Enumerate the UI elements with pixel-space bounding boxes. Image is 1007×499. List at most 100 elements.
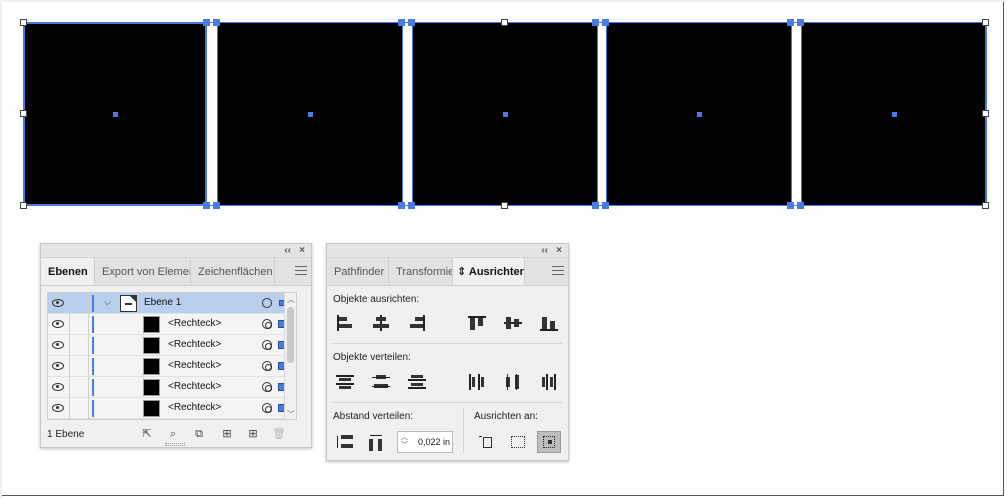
tab-asset-export[interactable]: Export von Elementen bbox=[95, 258, 191, 285]
panel-menu-icon[interactable] bbox=[552, 266, 564, 276]
collapse-icon[interactable]: ‹‹ bbox=[284, 245, 291, 256]
layer-row[interactable]: ⌵ Ebene 1 bbox=[48, 293, 292, 314]
scrollbar-thumb[interactable] bbox=[287, 307, 294, 363]
anchor-point[interactable] bbox=[602, 19, 609, 26]
anchor-point[interactable] bbox=[787, 19, 794, 26]
handle-bottom-left[interactable] bbox=[20, 202, 27, 209]
export-icon[interactable]: ⇱ bbox=[141, 428, 153, 440]
anchor-point[interactable] bbox=[787, 202, 794, 209]
distribute-bottom-icon[interactable] bbox=[407, 373, 427, 391]
distribute-left-icon[interactable] bbox=[467, 373, 487, 391]
align-right-icon[interactable] bbox=[407, 314, 427, 332]
scroll-down-icon[interactable]: ﹀ bbox=[287, 409, 295, 419]
scroll-up-icon[interactable]: ︿ bbox=[287, 294, 295, 305]
distribute-horizontal-center-icon[interactable] bbox=[503, 373, 523, 391]
chevron-down-icon[interactable]: ⌵ bbox=[104, 297, 111, 308]
target-double-circle-icon[interactable] bbox=[262, 361, 272, 371]
panel-titlebar[interactable]: ‹‹ × bbox=[41, 244, 311, 258]
align-bottom-icon[interactable] bbox=[539, 314, 559, 332]
align-to-key-object-icon[interactable] bbox=[537, 431, 561, 453]
align-left-icon[interactable] bbox=[335, 314, 355, 332]
object-row[interactable]: <Rechteck> bbox=[48, 398, 292, 419]
tab-align[interactable]: ⇕ Ausrichten bbox=[453, 258, 525, 285]
anchor-point[interactable] bbox=[602, 202, 609, 209]
visibility-eye-icon[interactable] bbox=[52, 341, 64, 349]
anchor-point[interactable] bbox=[398, 19, 405, 26]
close-icon[interactable]: × bbox=[299, 245, 305, 256]
anchor-point[interactable] bbox=[592, 202, 599, 209]
object-row[interactable]: <Rechteck> bbox=[48, 314, 292, 335]
panel-titlebar[interactable]: ‹‹ × bbox=[327, 244, 568, 258]
target-circle-icon[interactable] bbox=[262, 298, 272, 308]
clipping-mask-icon[interactable]: ⧉ bbox=[193, 428, 205, 440]
align-vertical-center-icon[interactable] bbox=[503, 314, 523, 332]
anchor-point[interactable] bbox=[398, 202, 405, 209]
align-top-icon[interactable] bbox=[467, 314, 487, 332]
target-double-circle-icon[interactable] bbox=[262, 340, 272, 350]
visibility-eye-icon[interactable] bbox=[52, 320, 64, 328]
new-layer-icon[interactable]: ⊞ bbox=[247, 428, 259, 440]
object-name[interactable]: <Rechteck> bbox=[168, 318, 221, 329]
align-to-selection-icon[interactable] bbox=[508, 433, 528, 451]
anchor-point[interactable] bbox=[408, 19, 415, 26]
layers-scrollbar[interactable]: ︿ ﹀ bbox=[284, 293, 296, 419]
rectangle-5[interactable] bbox=[801, 22, 987, 206]
target-double-circle-icon[interactable] bbox=[262, 382, 272, 392]
align-horizontal-center-icon[interactable] bbox=[371, 314, 391, 332]
object-row[interactable]: <Rechteck> bbox=[48, 377, 292, 398]
layer-name[interactable]: Ebene 1 bbox=[144, 297, 181, 308]
handle-top-right[interactable] bbox=[982, 19, 989, 26]
object-name[interactable]: <Rechteck> bbox=[168, 360, 221, 371]
handle-bottom-center[interactable] bbox=[501, 202, 508, 209]
object-name[interactable]: <Rechteck> bbox=[168, 339, 221, 350]
collapse-icon[interactable]: ‹‹ bbox=[541, 245, 548, 256]
close-icon[interactable]: × bbox=[556, 245, 562, 256]
tab-layers[interactable]: Ebenen bbox=[41, 258, 95, 285]
new-sublayer-icon[interactable]: ⊞ bbox=[219, 428, 235, 440]
anchor-point[interactable] bbox=[213, 19, 220, 26]
visibility-eye-icon[interactable] bbox=[52, 299, 64, 307]
tab-artboards[interactable]: Zeichenflächen bbox=[191, 258, 275, 285]
trash-icon[interactable]: 🗑 bbox=[272, 428, 286, 440]
handle-top-center[interactable] bbox=[501, 19, 508, 26]
anchor-point[interactable] bbox=[797, 19, 804, 26]
rectangle-3[interactable] bbox=[412, 22, 598, 206]
handle-middle-left[interactable] bbox=[20, 110, 27, 117]
anchor-point[interactable] bbox=[203, 202, 210, 209]
target-double-circle-icon[interactable] bbox=[262, 403, 272, 413]
anchor-point[interactable] bbox=[408, 202, 415, 209]
align-to-artboard-icon[interactable] bbox=[477, 433, 497, 451]
visibility-eye-icon[interactable] bbox=[52, 362, 64, 370]
rectangle-2[interactable] bbox=[217, 22, 403, 206]
object-name[interactable]: <Rechteck> bbox=[168, 381, 221, 392]
target-double-circle-icon[interactable] bbox=[262, 319, 272, 329]
anchor-point[interactable] bbox=[203, 19, 210, 26]
artboard-canvas[interactable] bbox=[0, 0, 1007, 230]
object-row[interactable]: <Rechteck> bbox=[48, 335, 292, 356]
spacing-value-stepper[interactable]: ︿ ﹀ 0,022 in bbox=[397, 431, 453, 453]
object-name[interactable]: <Rechteck> bbox=[168, 402, 221, 413]
visibility-eye-icon[interactable] bbox=[52, 404, 64, 412]
tab-pathfinder[interactable]: Pathfinder bbox=[327, 258, 389, 285]
anchor-point[interactable] bbox=[797, 202, 804, 209]
rectangle-1[interactable] bbox=[23, 22, 207, 206]
distribute-horizontal-space-icon[interactable] bbox=[367, 433, 387, 451]
distribute-vertical-space-icon[interactable] bbox=[335, 433, 355, 451]
tab-transform[interactable]: Transformieren bbox=[389, 258, 453, 285]
distribute-right-icon[interactable] bbox=[539, 373, 559, 391]
anchor-point[interactable] bbox=[213, 202, 220, 209]
object-row[interactable]: <Rechteck> bbox=[48, 356, 292, 377]
distribute-top-icon[interactable] bbox=[335, 373, 355, 391]
visibility-eye-icon[interactable] bbox=[52, 383, 64, 391]
rectangle-4[interactable] bbox=[606, 22, 792, 206]
spacing-value[interactable]: 0,022 in bbox=[418, 437, 450, 447]
handle-top-left[interactable] bbox=[20, 19, 27, 26]
anchor-point[interactable] bbox=[592, 19, 599, 26]
panel-resize-grip[interactable] bbox=[165, 443, 185, 446]
panel-menu-icon[interactable] bbox=[295, 266, 307, 276]
handle-bottom-right[interactable] bbox=[982, 202, 989, 209]
search-icon[interactable]: ⌕ bbox=[167, 428, 179, 440]
distribute-vertical-center-icon[interactable] bbox=[371, 373, 391, 391]
handle-middle-right[interactable] bbox=[982, 110, 989, 117]
stepper-arrows-icon[interactable]: ︿ ﹀ bbox=[401, 434, 408, 450]
